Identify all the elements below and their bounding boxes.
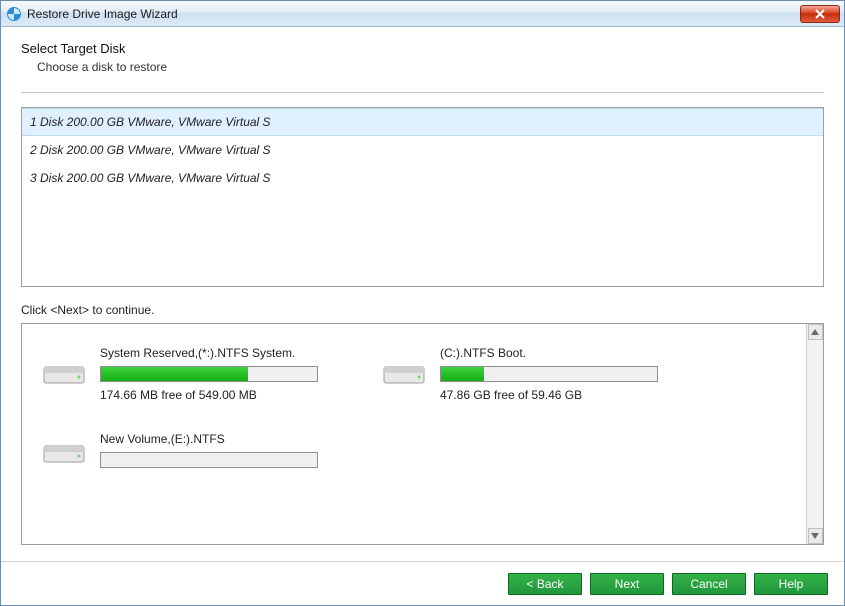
partition-item: System Reserved,(*:).NTFS System. 174.66…	[42, 346, 342, 402]
partition-info: New Volume,(E:).NTFS	[100, 432, 318, 474]
divider	[21, 92, 824, 93]
disk-item-label: 2 Disk 200.00 GB VMware, VMware Virtual …	[30, 143, 271, 157]
drive-icon	[42, 435, 86, 471]
back-button[interactable]: < Back	[508, 573, 582, 595]
disk-item-1[interactable]: 1 Disk 200.00 GB VMware, VMware Virtual …	[22, 108, 823, 136]
disk-item-2[interactable]: 2 Disk 200.00 GB VMware, VMware Virtual …	[22, 136, 823, 164]
cancel-button[interactable]: Cancel	[672, 573, 746, 595]
button-label: Next	[615, 577, 640, 591]
disk-item-label: 1 Disk 200.00 GB VMware, VMware Virtual …	[30, 115, 271, 129]
button-label: < Back	[526, 577, 563, 591]
usage-bar-fill	[101, 367, 248, 381]
partition-info: (C:).NTFS Boot. 47.86 GB free of 59.46 G…	[440, 346, 658, 402]
close-icon	[815, 9, 825, 19]
usage-bar	[100, 452, 318, 468]
wizard-window: Restore Drive Image Wizard Select Target…	[0, 0, 845, 606]
partition-panel: System Reserved,(*:).NTFS System. 174.66…	[21, 323, 824, 545]
close-button[interactable]	[800, 5, 840, 23]
next-button[interactable]: Next	[590, 573, 664, 595]
scroll-down-button[interactable]	[808, 528, 823, 544]
drive-icon	[382, 356, 426, 392]
partition-free-text: 174.66 MB free of 549.00 MB	[100, 388, 318, 402]
partition-item: (C:).NTFS Boot. 47.86 GB free of 59.46 G…	[382, 346, 682, 402]
partition-label: New Volume,(E:).NTFS	[100, 432, 318, 446]
footer: < Back Next Cancel Help	[1, 561, 844, 605]
scrollbar[interactable]	[806, 324, 823, 544]
button-label: Help	[779, 577, 804, 591]
disk-list: 1 Disk 200.00 GB VMware, VMware Virtual …	[21, 107, 824, 287]
usage-bar	[100, 366, 318, 382]
page-title: Select Target Disk	[21, 41, 824, 56]
wizard-body: Select Target Disk Choose a disk to rest…	[1, 27, 844, 561]
scroll-up-button[interactable]	[808, 324, 823, 340]
usage-bar-fill	[441, 367, 484, 381]
instruction-text: Click <Next> to continue.	[21, 303, 824, 317]
drive-icon	[42, 356, 86, 392]
partition-free-text: 47.86 GB free of 59.46 GB	[440, 388, 658, 402]
page-subtitle: Choose a disk to restore	[21, 60, 824, 74]
help-button[interactable]: Help	[754, 573, 828, 595]
usage-bar	[440, 366, 658, 382]
chevron-up-icon	[811, 329, 819, 335]
partition-info: System Reserved,(*:).NTFS System. 174.66…	[100, 346, 318, 402]
window-title: Restore Drive Image Wizard	[23, 7, 800, 21]
partition-label: System Reserved,(*:).NTFS System.	[100, 346, 318, 360]
title-bar: Restore Drive Image Wizard	[1, 1, 844, 27]
chevron-down-icon	[811, 533, 819, 539]
button-label: Cancel	[690, 577, 727, 591]
disk-item-3[interactable]: 3 Disk 200.00 GB VMware, VMware Virtual …	[22, 164, 823, 192]
partition-grid: System Reserved,(*:).NTFS System. 174.66…	[22, 324, 806, 544]
app-icon	[5, 5, 23, 23]
partition-item: New Volume,(E:).NTFS	[42, 432, 342, 474]
partition-label: (C:).NTFS Boot.	[440, 346, 658, 360]
disk-item-label: 3 Disk 200.00 GB VMware, VMware Virtual …	[30, 171, 271, 185]
header-block: Select Target Disk Choose a disk to rest…	[21, 41, 824, 74]
